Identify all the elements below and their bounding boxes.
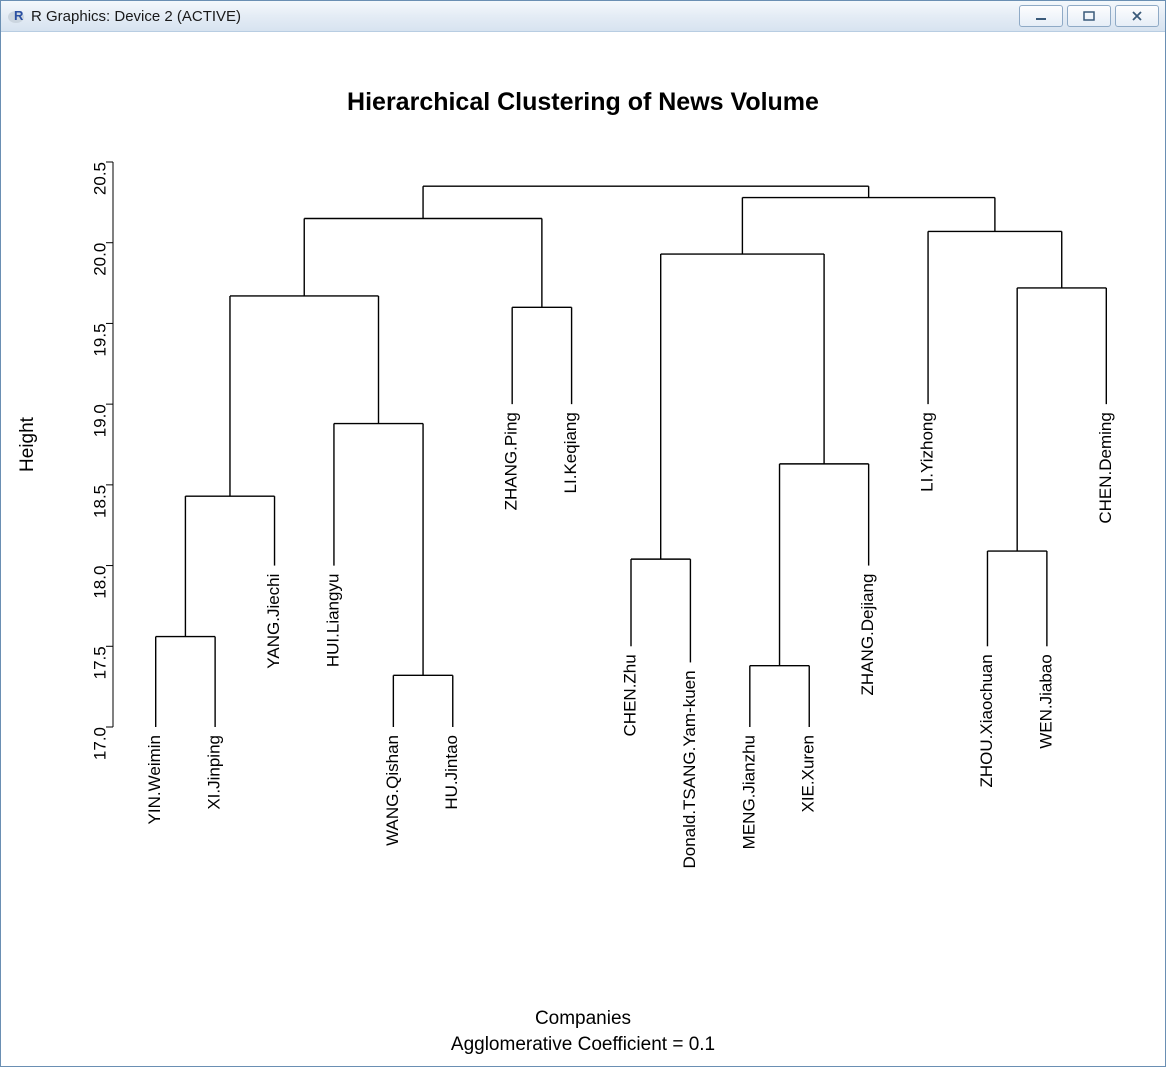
leaf-label: HU.Jintao (442, 735, 461, 810)
dendrogram-plot: Hierarchical Clustering of News Volume 17… (1, 32, 1165, 1066)
y-tick-label: 17.5 (90, 646, 109, 679)
window-title: R Graphics: Device 2 (ACTIVE) (31, 8, 1019, 25)
y-tick-label: 18.0 (90, 566, 109, 599)
x-axis-title: Companies (535, 1008, 631, 1029)
chart-title: Hierarchical Clustering of News Volume (347, 88, 819, 116)
leaf-label: ZHANG.Dejiang (858, 574, 877, 696)
y-tick-label: 20.0 (90, 243, 109, 276)
leaf-label: LI.Yizhong (918, 412, 937, 492)
leaf-label: XI.Jinping (205, 735, 224, 810)
y-tick-label: 17.0 (90, 727, 109, 760)
leaf-label: ZHANG.Ping (502, 412, 521, 510)
leaf-label: ZHOU.Xiaochuan (977, 654, 996, 787)
r-app-icon: R (7, 7, 25, 25)
leaf-label: Donald.TSANG.Yam-kuen (680, 670, 699, 868)
y-tick-label: 20.5 (90, 162, 109, 195)
leaf-label: CHEN.Deming (1096, 412, 1115, 523)
leaf-label: YANG.Jiechi (264, 574, 283, 669)
leaf-label: WANG.Qishan (383, 735, 402, 846)
plot-area: Hierarchical Clustering of News Volume 17… (1, 32, 1165, 1066)
y-tick-label: 18.5 (90, 485, 109, 518)
leaf-label: YIN.Weimin (145, 735, 164, 824)
leaf-label: XIE.Xuren (799, 735, 818, 813)
leaf-label: MENG.Jianzhu (739, 735, 758, 849)
leaf-label: CHEN.Zhu (620, 654, 639, 736)
y-tick-label: 19.5 (90, 323, 109, 356)
close-button[interactable] (1115, 5, 1159, 27)
leaf-label: WEN.Jiabao (1036, 654, 1055, 748)
window-controls (1019, 5, 1159, 27)
svg-text:R: R (14, 8, 24, 23)
y-axis-title: Height (17, 416, 38, 472)
leaf-label: LI.Keqiang (561, 412, 580, 493)
chart-subtitle: Agglomerative Coefficient = 0.1 (451, 1034, 715, 1055)
maximize-button[interactable] (1067, 5, 1111, 27)
titlebar[interactable]: R R Graphics: Device 2 (ACTIVE) (1, 1, 1165, 32)
minimize-button[interactable] (1019, 5, 1063, 27)
leaf-label: HUI.Liangyu (323, 574, 342, 668)
r-graphics-window: R R Graphics: Device 2 (ACTIVE) Hierarch… (0, 0, 1166, 1067)
y-tick-label: 19.0 (90, 404, 109, 437)
